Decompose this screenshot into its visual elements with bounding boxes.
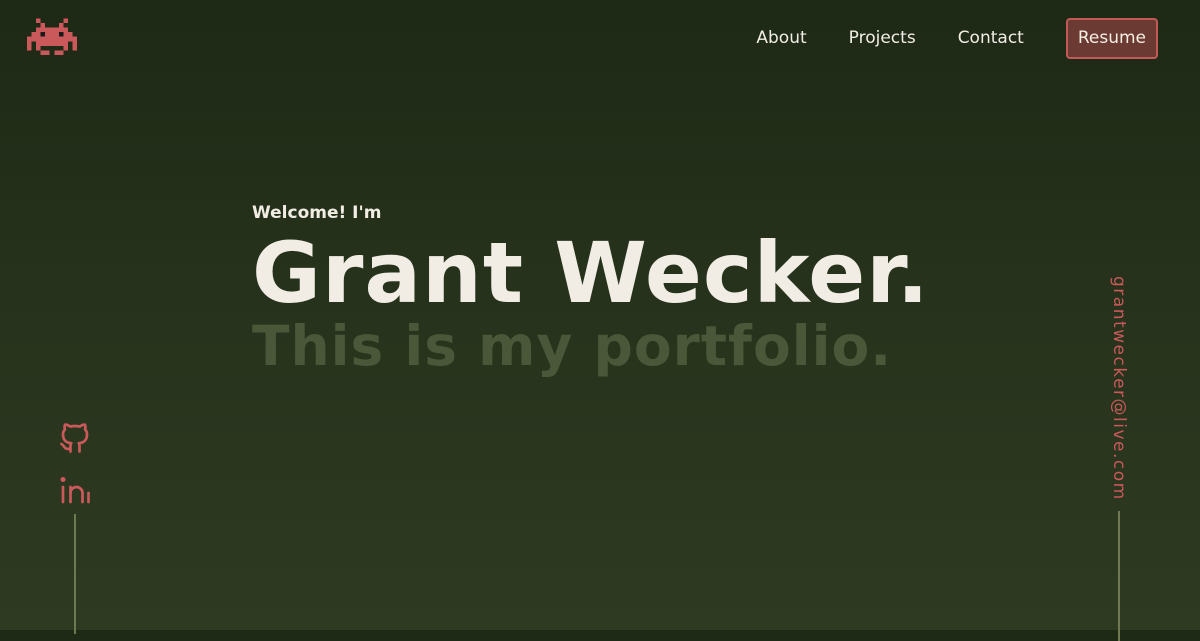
social-divider-line [74,514,76,634]
github-icon[interactable] [57,420,93,456]
nav-link-about[interactable]: About [756,18,806,59]
nav-link-contact[interactable]: Contact [958,18,1024,59]
logo-space-invader-icon[interactable] [27,18,77,60]
hero-tagline: This is my portfolio. [252,314,893,378]
linkedin-icon[interactable] [57,472,93,508]
main-nav: About Projects Contact Resume [756,18,1158,59]
resume-button[interactable]: Resume [1065,18,1158,59]
email-bar: grantwecker@live.com [1106,276,1132,641]
hero-section: Welcome! I'm Grant Wecker. This is my po… [252,200,930,378]
nav-link-projects[interactable]: Projects [849,18,916,59]
social-links-bar [56,420,94,634]
hero-greeting: Welcome! I'm [252,203,382,223]
email-divider-line [1118,510,1120,641]
hero-name: Grant Wecker. [252,224,930,322]
email-link[interactable]: grantwecker@live.com [1109,276,1129,501]
